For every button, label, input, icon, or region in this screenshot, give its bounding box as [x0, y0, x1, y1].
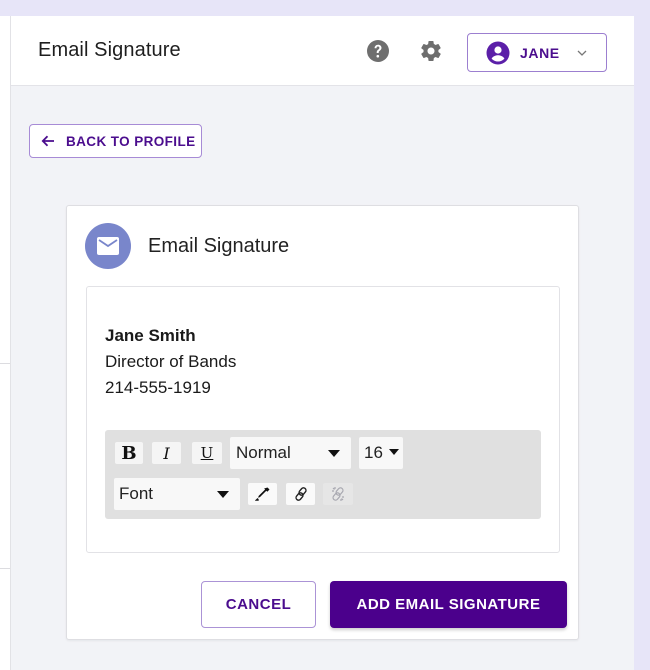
help-button[interactable] — [366, 39, 390, 63]
main-content: Email Signature JANE BACK TO PROFILE Ema… — [11, 16, 634, 670]
caret-down-icon — [328, 450, 340, 457]
gear-icon — [421, 41, 441, 62]
envelope-icon — [97, 237, 119, 255]
right-margin — [634, 0, 650, 670]
add-email-signature-button[interactable]: ADD EMAIL SIGNATURE — [330, 581, 567, 628]
editor-toolbar: B I U Normal 16 Font — [105, 430, 541, 519]
font-family-value: Font — [119, 484, 154, 503]
bold-button[interactable]: B — [115, 442, 143, 464]
signature-title[interactable]: Director of Bands — [105, 352, 236, 372]
settings-button[interactable] — [419, 39, 443, 63]
back-to-profile-button[interactable]: BACK TO PROFILE — [29, 124, 202, 158]
sidebar — [0, 16, 11, 670]
page-title: Email Signature — [38, 39, 181, 61]
sidebar-divider — [0, 363, 10, 364]
signature-editor[interactable]: Jane Smith Director of Bands 214-555-191… — [86, 286, 560, 553]
block-format-value: Normal — [236, 443, 291, 462]
chevron-down-icon — [577, 50, 587, 56]
italic-button[interactable]: I — [152, 442, 181, 464]
caret-down-icon — [389, 449, 399, 455]
color-picker-icon — [254, 487, 269, 501]
email-signature-card: Email Signature Jane Smith Director of B… — [66, 205, 579, 640]
arrow-left-icon — [41, 135, 54, 147]
unlink-icon — [332, 487, 344, 501]
sidebar-divider — [0, 568, 10, 569]
card-avatar — [85, 223, 131, 269]
font-size-select[interactable]: 16 — [359, 437, 403, 469]
text-color-button[interactable] — [248, 483, 277, 505]
font-family-select[interactable]: Font — [114, 478, 240, 510]
signature-phone[interactable]: 214-555-1919 — [105, 378, 211, 398]
block-format-select[interactable]: Normal — [230, 437, 351, 469]
link-icon — [294, 487, 307, 501]
card-title: Email Signature — [148, 235, 290, 257]
back-to-profile-label: BACK TO PROFILE — [66, 133, 196, 149]
user-menu-button[interactable]: JANE — [467, 33, 607, 72]
top-bar: Email Signature JANE — [11, 16, 634, 86]
account-circle-icon — [486, 41, 510, 64]
font-size-value: 16 — [364, 443, 383, 462]
help-circle-icon — [367, 40, 389, 62]
underline-button[interactable]: U — [192, 442, 222, 464]
cancel-button[interactable]: CANCEL — [201, 581, 316, 628]
caret-down-icon — [217, 491, 229, 498]
signature-name[interactable]: Jane Smith — [105, 326, 196, 346]
user-name: JANE — [520, 44, 560, 61]
insert-link-button[interactable] — [286, 483, 315, 505]
remove-link-button[interactable] — [323, 483, 353, 505]
